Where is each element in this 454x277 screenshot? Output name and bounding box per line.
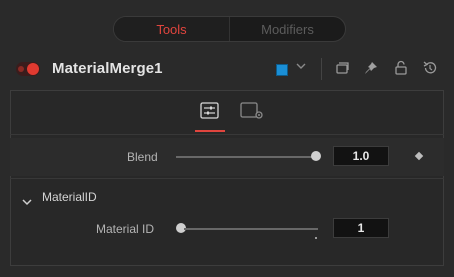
color-swatch-icon[interactable] xyxy=(276,64,288,76)
blend-label: Blend xyxy=(127,150,158,164)
settings-tab-icon[interactable] xyxy=(239,101,265,121)
material-id-slider-track[interactable] xyxy=(184,228,318,230)
blend-value-field[interactable]: 1.0 xyxy=(333,146,389,166)
tab-modifiers[interactable]: Modifiers xyxy=(230,17,345,41)
node-enable-toggle[interactable] xyxy=(16,62,40,76)
toggle-on-dot xyxy=(27,63,39,75)
blend-slider-track[interactable] xyxy=(176,156,316,158)
section-divider xyxy=(10,178,444,179)
pin-icon[interactable] xyxy=(362,59,380,77)
reset-icon[interactable] xyxy=(421,59,439,77)
header-divider xyxy=(321,58,322,80)
subtabs-divider xyxy=(10,134,444,135)
section-title-materialid[interactable]: MaterialID xyxy=(42,190,97,204)
material-id-value-field[interactable]: 1 xyxy=(333,218,389,238)
active-subtab-indicator xyxy=(195,130,225,132)
blend-slider-handle[interactable] xyxy=(311,151,321,161)
controls-tab-icon[interactable] xyxy=(199,101,221,121)
material-id-label: Material ID xyxy=(96,222,155,236)
tools-modifiers-switch: Tools Modifiers xyxy=(113,16,346,42)
versions-icon[interactable] xyxy=(333,59,351,77)
chevron-down-icon[interactable] xyxy=(296,61,306,74)
node-title: MaterialMerge1 xyxy=(52,60,163,77)
lock-icon[interactable] xyxy=(392,59,410,77)
toggle-off-dot xyxy=(18,66,24,72)
chevron-down-icon[interactable] xyxy=(22,194,32,206)
tab-tools[interactable]: Tools xyxy=(114,17,230,41)
slider-tick-mark xyxy=(315,237,317,239)
